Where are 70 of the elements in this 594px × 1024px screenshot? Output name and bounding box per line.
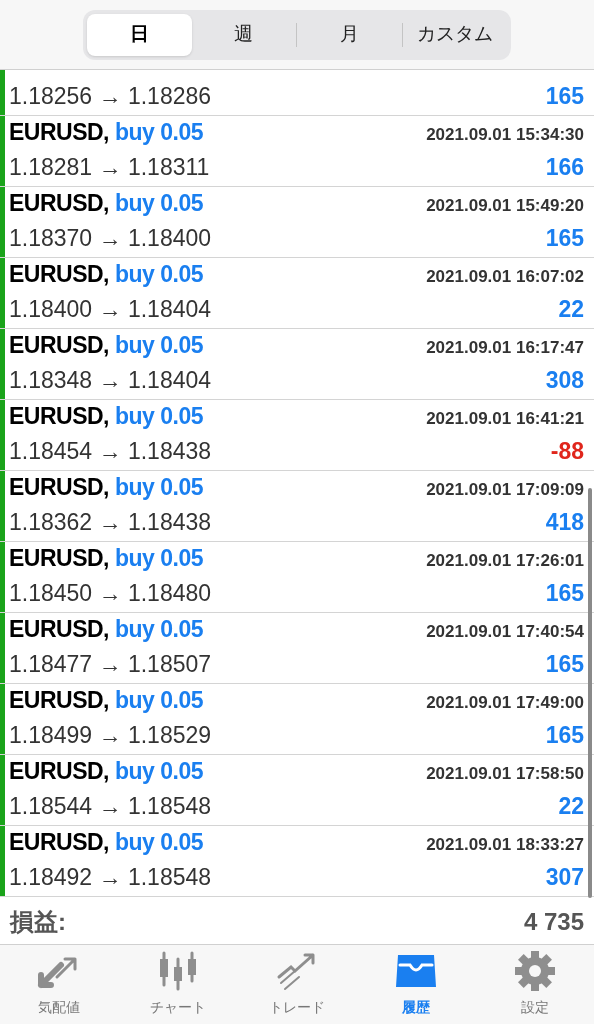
profit-value: 418 bbox=[545, 507, 584, 537]
symbol-label: EURUSD, bbox=[9, 686, 109, 715]
profit-value: 308 bbox=[545, 365, 584, 395]
symbol-label: EURUSD, bbox=[9, 615, 109, 644]
price-range: 1.18348 → 1.18404 bbox=[9, 365, 212, 395]
price-range: 1.18492 → 1.18548 bbox=[9, 862, 212, 892]
deal-time: 2021.09.01 16:17:47 bbox=[426, 337, 584, 359]
deal-time: 2021.09.01 16:41:21 bbox=[426, 408, 584, 430]
price-range: 1.18454 → 1.18438 bbox=[9, 436, 212, 466]
deal-time: 2021.09.01 16:07:02 bbox=[426, 266, 584, 288]
profit-value: 22 bbox=[558, 791, 584, 821]
price-range: 1.18499 → 1.18529 bbox=[9, 720, 212, 750]
deal-time: 2021.09.01 18:33:27 bbox=[426, 834, 584, 856]
profit-value: 22 bbox=[558, 294, 584, 324]
symbol-label: EURUSD, bbox=[9, 828, 109, 857]
symbol-label: EURUSD, bbox=[9, 402, 109, 431]
tab-bar-item[interactable]: チャート bbox=[118, 945, 238, 1024]
symbol-label: EURUSD, bbox=[9, 260, 109, 289]
order-label: buy 0.05 bbox=[115, 757, 204, 786]
price-range: 1.18362 → 1.18438 bbox=[9, 507, 212, 537]
order-label: buy 0.05 bbox=[115, 260, 204, 289]
segment-tab[interactable]: 週 bbox=[191, 13, 296, 56]
order-label: buy 0.05 bbox=[115, 118, 204, 147]
symbol-label: EURUSD, bbox=[9, 544, 109, 573]
segment-tab[interactable]: 月 bbox=[297, 13, 402, 56]
price-range: 1.18400 → 1.18404 bbox=[9, 294, 212, 324]
symbol-label: EURUSD, bbox=[9, 473, 109, 502]
order-label: buy 0.05 bbox=[115, 402, 204, 431]
segment-tab[interactable]: 日 bbox=[87, 13, 192, 56]
deal-time: 2021.09.01 17:58:50 bbox=[426, 763, 584, 785]
profit-value: 165 bbox=[545, 81, 584, 111]
profit-value: 307 bbox=[545, 862, 584, 892]
tab-bar-item[interactable]: 履歴 bbox=[356, 945, 476, 1024]
order-label: buy 0.05 bbox=[115, 473, 204, 502]
deal-row[interactable]: EURUSD, buy 0.05 2021.09.01 16:41:21 1.18454 → 1.18438 -88 bbox=[0, 400, 594, 471]
deal-time: 2021.09.01 15:34:30 bbox=[426, 124, 584, 146]
order-label: buy 0.05 bbox=[115, 189, 204, 218]
tab-bar-item[interactable]: トレード bbox=[237, 945, 357, 1024]
profit-value: 165 bbox=[545, 578, 584, 608]
deal-time: 2021.09.01 17:26:01 bbox=[426, 550, 584, 572]
tab-bar-item[interactable]: 気配値 bbox=[0, 945, 119, 1024]
deal-time: 2021.09.01 15:49:20 bbox=[426, 195, 584, 217]
price-range: 1.18256 → 1.18286 bbox=[9, 81, 212, 111]
order-label: buy 0.05 bbox=[115, 331, 204, 360]
deal-time: 2021.09.01 17:40:54 bbox=[426, 621, 584, 643]
order-label: buy 0.05 bbox=[115, 686, 204, 715]
price-range: 1.18544 → 1.18548 bbox=[9, 791, 212, 821]
segment-tab[interactable]: カスタム bbox=[402, 13, 507, 56]
deal-time: 2021.09.01 17:09:09 bbox=[426, 479, 584, 501]
symbol-label: EURUSD, bbox=[9, 757, 109, 786]
price-range: 1.18477 → 1.18507 bbox=[9, 649, 212, 679]
tab-bar-item[interactable]: 設定 bbox=[475, 945, 594, 1024]
profit-value: 166 bbox=[545, 152, 584, 182]
order-label: buy 0.05 bbox=[115, 828, 204, 857]
profit-value: 165 bbox=[545, 223, 584, 253]
total-label: 損益: bbox=[10, 906, 66, 937]
order-label: buy 0.05 bbox=[115, 615, 204, 644]
symbol-label: EURUSD, bbox=[9, 331, 109, 360]
profit-value: 165 bbox=[545, 649, 584, 679]
symbol-label: EURUSD, bbox=[9, 118, 109, 147]
price-range: 1.18450 → 1.18480 bbox=[9, 578, 212, 608]
order-label: buy 0.05 bbox=[115, 544, 204, 573]
deal-row[interactable]: 1.18256 → 1.18286 165 bbox=[0, 70, 594, 116]
price-range: 1.18370 → 1.18400 bbox=[9, 223, 212, 253]
profit-value: 165 bbox=[545, 720, 584, 750]
total-value: 4 735 bbox=[523, 906, 584, 937]
price-range: 1.18281 → 1.18311 bbox=[9, 152, 210, 182]
deal-time: 2021.09.01 17:49:00 bbox=[426, 692, 584, 714]
profit-value: -88 bbox=[550, 436, 584, 466]
symbol-label: EURUSD, bbox=[9, 189, 109, 218]
